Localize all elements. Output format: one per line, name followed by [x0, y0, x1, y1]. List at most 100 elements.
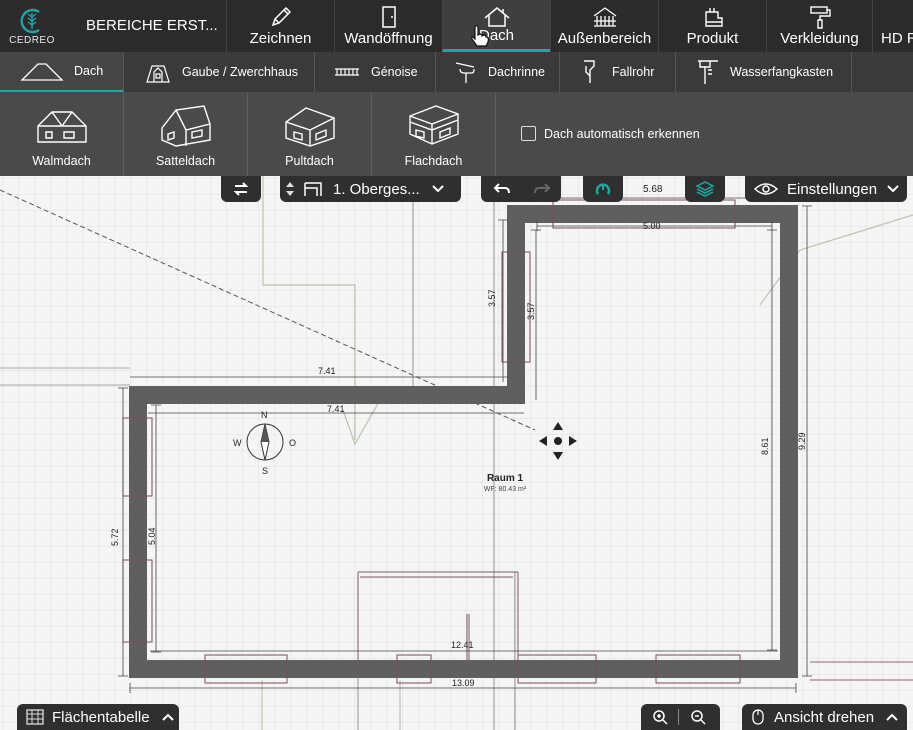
gutter-icon [455, 62, 475, 83]
dimension-label: 7.41 [318, 366, 336, 376]
rainwater-head-icon [698, 60, 718, 84]
dormer-icon [146, 65, 170, 83]
roof-type-label: Pultdach [285, 154, 334, 168]
tab-label: Produkt [686, 30, 739, 47]
undo-icon[interactable] [493, 182, 511, 196]
rotate-view-toggle[interactable]: Ansicht drehen [742, 704, 907, 730]
genoise-icon [335, 68, 359, 76]
hip-roof-icon [36, 111, 87, 143]
floor-selector[interactable]: 1. Oberges... [280, 176, 461, 202]
tab-wandoeffnung[interactable]: Wandöffnung [334, 0, 442, 52]
checkbox-box[interactable] [521, 126, 536, 141]
subtab-fallrohr[interactable]: Fallrohr [560, 52, 676, 92]
zoom-out-icon[interactable] [690, 709, 706, 725]
chevron-down-icon [432, 185, 444, 193]
auto-detect-roof-checkbox[interactable]: Dach automatisch erkennen [521, 126, 700, 141]
swap-arrows-icon [233, 182, 249, 196]
roof-type-walmdach[interactable]: Walmdach [0, 92, 124, 176]
subtab-label: Génoise [371, 65, 418, 79]
subtab-dachrinne[interactable]: Dachrinne [436, 52, 560, 92]
floor-selector-value: 1. Oberges... [333, 180, 420, 198]
table-icon [26, 709, 44, 725]
redo-icon[interactable] [533, 182, 551, 196]
furniture-icon [704, 8, 723, 27]
dimension-label: 5.00 [643, 221, 661, 231]
subtab-label: Fallrohr [612, 65, 655, 79]
layers-button[interactable] [685, 176, 725, 202]
undo-redo-group [481, 176, 561, 202]
floor-plan-canvas[interactable]: 5.00 7.41 7.41 12.41 13.09 3.57 3.57 8.6… [0, 176, 913, 730]
subtab-label: Dachrinne [488, 65, 545, 79]
project-title[interactable]: BEREICHE ERST... [86, 0, 218, 52]
floor-plan-drawing[interactable]: 5.00 7.41 7.41 12.41 13.09 3.57 3.57 8.6… [0, 176, 913, 730]
subtab-label: Dach [74, 64, 104, 78]
subtab-genoise[interactable]: Génoise [315, 52, 436, 92]
settings-label: Einstellungen [787, 180, 878, 198]
brand-name: CEDREO [9, 35, 55, 46]
downpipe-icon [584, 60, 595, 83]
dimension-label: 12.41 [451, 640, 474, 650]
top-navigation-bar: CEDREO BEREICHE ERST... Zeichnen Wandöff… [0, 0, 913, 52]
room-area: WF: 80.43 m² [484, 486, 527, 493]
magnet-icon [595, 183, 611, 195]
shed-roof-icon [284, 107, 335, 147]
floor-icon [304, 182, 322, 196]
dimension-label: 5.72 [110, 528, 120, 546]
roof-type-label: Walmdach [32, 154, 91, 168]
dimension-label: 5.04 [147, 527, 157, 545]
area-table-label: Flächentabelle [52, 708, 150, 726]
compass-north: N [261, 410, 268, 420]
roof-type-flachdach[interactable]: Flachdach [372, 92, 496, 176]
floor-stepper-icon[interactable] [285, 179, 295, 199]
tab-aussenbereich[interactable]: Außenbereich [550, 0, 658, 52]
magnet-snap-button[interactable] [583, 176, 623, 202]
auto-detect-label: Dach automatisch erkennen [544, 126, 700, 141]
gable-roof-icon [160, 105, 211, 147]
eye-icon [754, 183, 778, 195]
area-table-toggle[interactable]: Flächentabelle [17, 704, 179, 730]
subtab-label: Gaube / Zwerchhaus [182, 65, 299, 79]
tab-zeichnen[interactable]: Zeichnen [226, 0, 334, 52]
zoom-in-icon[interactable] [652, 709, 668, 725]
dimension-label: 7.41 [327, 404, 345, 414]
subtab-gaube[interactable]: Gaube / Zwerchhaus [124, 52, 315, 92]
paint-roller-icon [809, 6, 831, 29]
settings-dropdown[interactable]: Einstellungen [745, 176, 907, 202]
dimension-label: 8.61 [760, 437, 770, 455]
dimension-label: 3.57 [526, 302, 536, 320]
chevron-up-icon [886, 713, 898, 721]
tab-dach[interactable]: Dach [442, 0, 550, 52]
swap-view-button[interactable] [221, 176, 261, 202]
roof-type-satteldach[interactable]: Satteldach [124, 92, 248, 176]
tab-produkt[interactable]: Produkt [658, 0, 766, 52]
terrace-icon [593, 7, 616, 27]
compass-east: O [289, 438, 296, 448]
mouse-icon [752, 709, 764, 725]
roof-type-label: Satteldach [155, 154, 216, 168]
subtab-wasserfangkasten[interactable]: Wasserfangkasten [676, 52, 852, 92]
rotate-view-label: Ansicht drehen [774, 708, 875, 726]
tab-hd-render[interactable]: HD R [872, 0, 913, 52]
dimension-label: 13.09 [452, 678, 475, 688]
roof-type-panel: Walmdach Satteldach Pultdach Flachdach D… [0, 92, 913, 176]
tab-label: Wandöffnung [344, 30, 433, 47]
dimension-label: 3.57 [487, 289, 497, 307]
room-name[interactable]: Raum 1 [487, 473, 524, 484]
door-icon [381, 6, 396, 28]
app-logo[interactable]: CEDREO [0, 0, 64, 52]
compass-west: W [233, 438, 242, 448]
dimension-label: 5.68 [643, 184, 663, 195]
roof-subtab-bar: Dach Gaube / Zwerchhaus Génoise Dachrinn… [0, 52, 913, 92]
roof-type-pultdach[interactable]: Pultdach [248, 92, 372, 176]
compass-south: S [262, 466, 268, 476]
chevron-up-icon [161, 713, 174, 721]
hand-cursor-icon [471, 25, 489, 47]
tab-label: Verkleidung [780, 30, 859, 47]
flat-roof-icon [408, 105, 459, 145]
tab-verkleidung[interactable]: Verkleidung [766, 0, 872, 52]
tab-label: HD R [881, 30, 913, 47]
zoom-divider [678, 709, 679, 725]
roof-type-label: Flachdach [404, 154, 463, 168]
tab-label: Zeichnen [249, 30, 312, 47]
subtab-dach[interactable]: Dach [0, 52, 124, 92]
